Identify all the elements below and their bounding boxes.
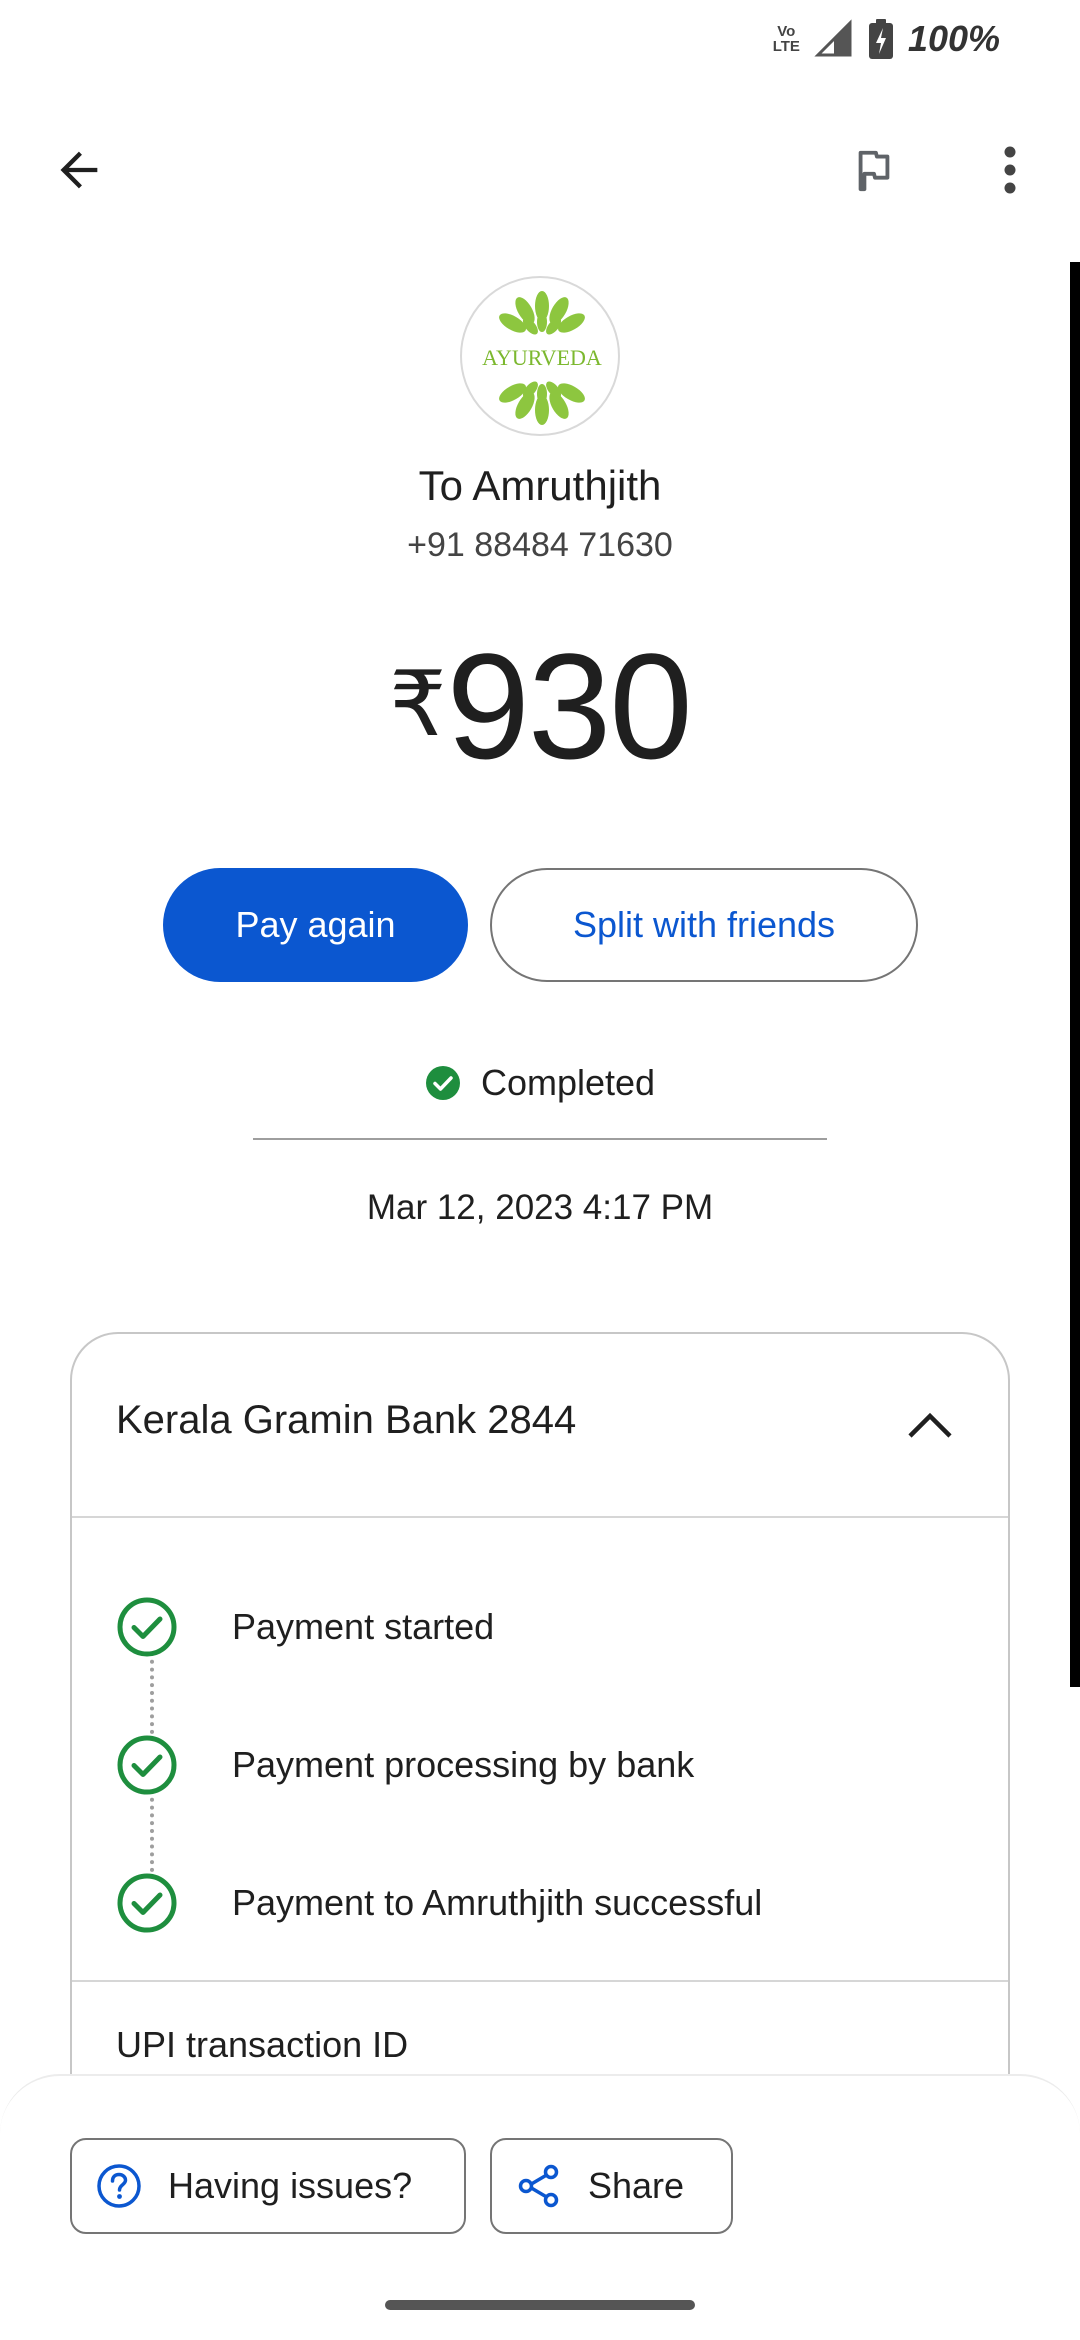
signal-icon xyxy=(814,19,852,57)
volte-icon: Vo LTE xyxy=(772,23,800,55)
having-issues-button[interactable]: Having issues? xyxy=(70,2138,466,2234)
step-item: Payment processing by bank xyxy=(116,1734,694,1796)
split-with-friends-button[interactable]: Split with friends xyxy=(490,868,918,982)
status-text: Completed xyxy=(480,1062,656,1103)
more-options-button[interactable] xyxy=(970,130,1050,210)
currency-symbol: ₹ xyxy=(389,655,447,755)
battery-percentage: 100% xyxy=(907,18,1000,59)
step-item: Payment to Amruthjith successful xyxy=(116,1872,762,1934)
top-app-bar xyxy=(0,120,1080,220)
share-label: Share xyxy=(588,2165,685,2206)
bank-account-header[interactable]: Kerala Gramin Bank 2844 xyxy=(72,1334,1008,1518)
transaction-details-screen: Vo LTE 100% AYURVEDA To Amruthjith +91 8… xyxy=(0,0,1080,2340)
back-arrow-icon xyxy=(60,151,98,189)
back-button[interactable] xyxy=(40,130,120,210)
flag-icon xyxy=(858,150,890,192)
check-circle-icon xyxy=(425,1066,460,1100)
ayurveda-logo: AYURVEDA xyxy=(482,291,602,425)
payment-progress-steps: Payment started Payment processing by ba… xyxy=(72,1520,1008,1982)
help-circle-icon xyxy=(97,2164,141,2208)
having-issues-label: Having issues? xyxy=(168,2165,413,2206)
transaction-status: Completed xyxy=(0,1062,1080,1104)
step-connector xyxy=(150,1652,154,1734)
step-item: Payment started xyxy=(116,1596,494,1658)
payee-name: To Amruthjith xyxy=(418,462,662,509)
check-circle-outline-icon xyxy=(117,1873,177,1933)
payee-phone: +91 88484 71630 xyxy=(407,526,673,564)
more-vert-icon xyxy=(1004,146,1016,194)
pay-again-button[interactable]: Pay again xyxy=(163,868,468,982)
share-icon xyxy=(518,2164,559,2208)
check-circle-outline-icon xyxy=(117,1597,177,1657)
report-flag-button[interactable] xyxy=(834,130,914,210)
step-label: Payment processing by bank xyxy=(232,1744,695,1785)
status-icons: Vo LTE 100% xyxy=(773,18,1000,60)
status-bar: Vo LTE 100% xyxy=(0,0,1080,80)
step-label: Payment to Amruthjith successful xyxy=(232,1882,763,1923)
battery-charging-icon xyxy=(868,19,893,59)
divider xyxy=(253,1138,827,1140)
chevron-up-icon[interactable] xyxy=(902,1396,958,1452)
check-circle-outline-icon xyxy=(117,1735,177,1795)
home-gesture-bar[interactable] xyxy=(385,2300,695,2310)
share-button[interactable]: Share xyxy=(490,2138,733,2234)
payee-avatar: AYURVEDA xyxy=(460,276,620,436)
upi-transaction-id-label: UPI transaction ID xyxy=(116,2024,409,2065)
bank-account-name: Kerala Gramin Bank 2844 xyxy=(116,1398,577,1442)
transaction-datetime: Mar 12, 2023 4:17 PM xyxy=(366,1188,714,1227)
step-connector xyxy=(150,1790,154,1872)
amount: ₹930 xyxy=(0,620,1080,793)
amount-value: 930 xyxy=(446,622,692,790)
avatar-text: AYURVEDA xyxy=(482,345,602,370)
step-label: Payment started xyxy=(232,1606,495,1647)
